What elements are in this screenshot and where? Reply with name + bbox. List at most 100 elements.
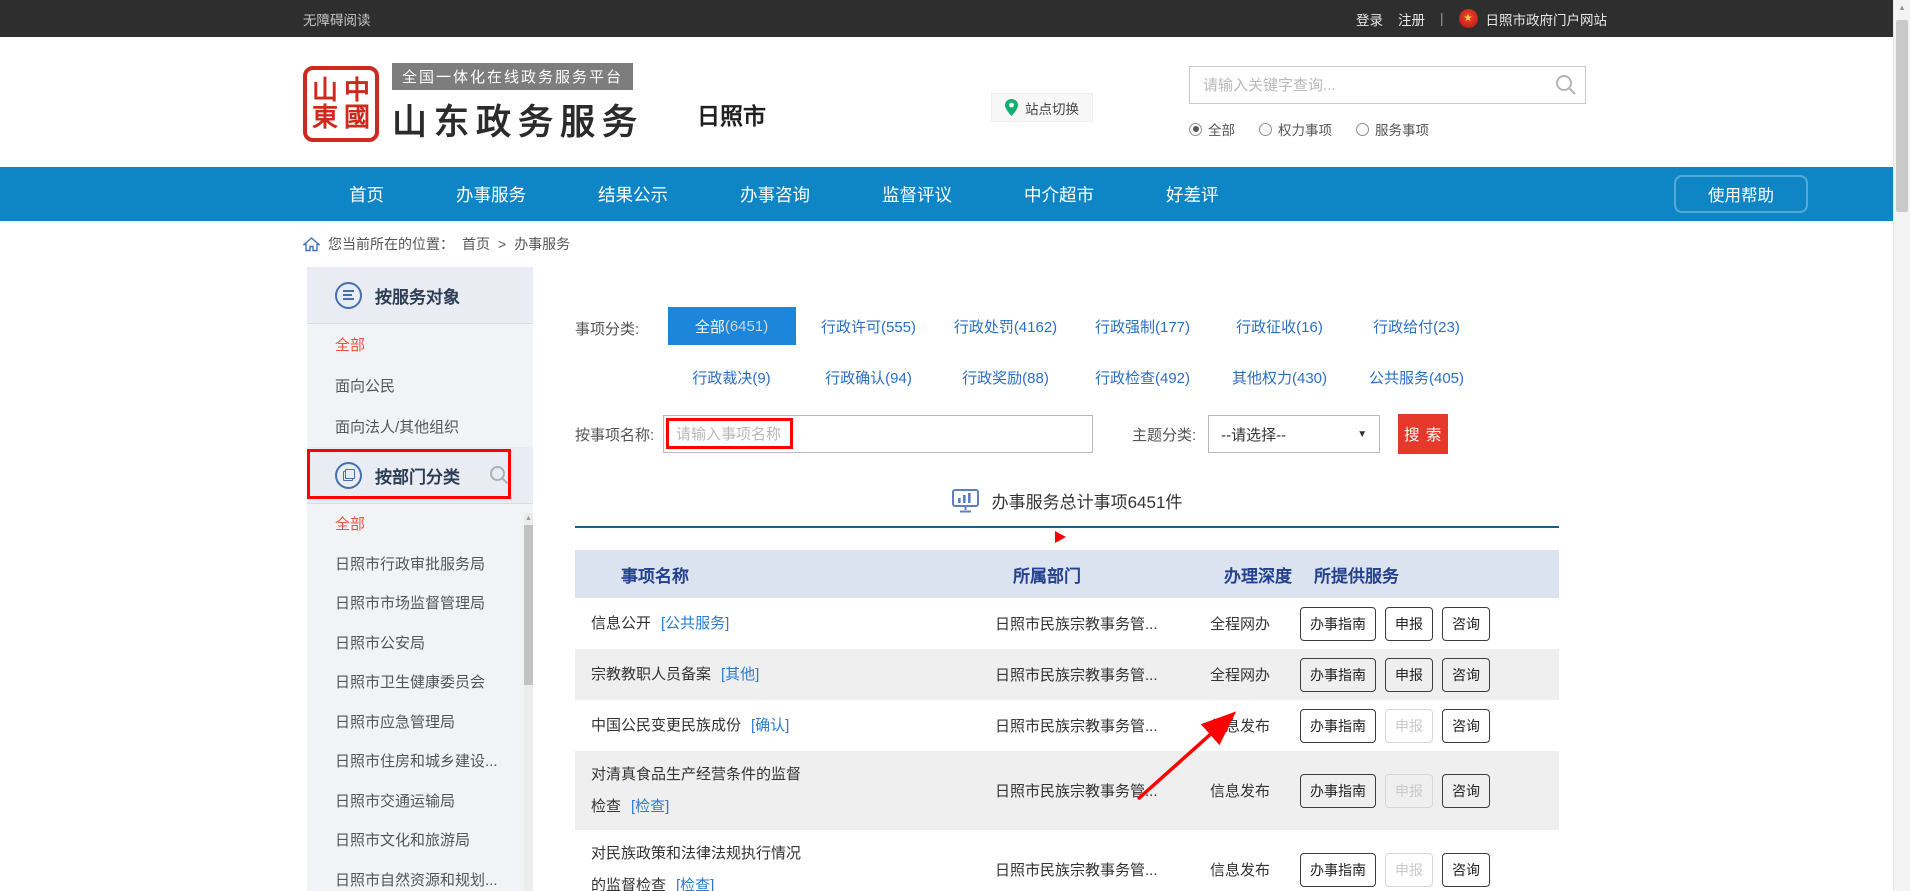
help-button[interactable]: 使用帮助 xyxy=(1674,175,1808,213)
category-link[interactable]: 行政强制(177) xyxy=(1095,316,1190,337)
item-depth: 全程网办 xyxy=(1210,613,1300,634)
brand-title: 山东政务服务 xyxy=(392,94,644,145)
page-scrollbar-thumb[interactable] xyxy=(1896,20,1908,212)
guide-button[interactable]: 办事指南 xyxy=(1300,709,1376,743)
nav-item-home[interactable]: 首页 xyxy=(313,182,420,207)
item-tag-link[interactable]: [公共服务] xyxy=(661,615,729,632)
site-header: 山 東 中 國 全国一体化在线政务服务平台 山东政务服务 日照市 站点切换 xyxy=(0,37,1910,167)
department-item[interactable]: 日照市行政审批服务局 xyxy=(307,544,533,584)
nav-item-supervision[interactable]: 监督评议 xyxy=(846,182,988,207)
department-item[interactable]: 全部 xyxy=(307,504,533,544)
sidebar-scrollbar-thumb[interactable] xyxy=(524,525,533,685)
item-depth: 信息发布 xyxy=(1210,715,1300,736)
item-tag-link[interactable]: [确认] xyxy=(751,717,789,734)
consult-button[interactable]: 咨询 xyxy=(1442,853,1490,887)
category-link[interactable]: 行政征收(16) xyxy=(1236,316,1323,337)
page-scrollbar[interactable]: ▲ xyxy=(1893,0,1910,891)
breadcrumb-prefix: 您当前所在的位置： xyxy=(328,234,454,254)
main-content: 事项分类: 全部 (6451) 行政许可(555) 行政处罚(4162) 行政强… xyxy=(533,267,1607,891)
keyword-search-input[interactable] xyxy=(1189,66,1586,104)
item-tag-link[interactable]: [检查] xyxy=(631,798,669,815)
category-count: (6451) xyxy=(725,318,768,335)
topic-category-select[interactable]: --请选择-- ▼ xyxy=(1208,415,1380,453)
site-logo[interactable]: 山 東 中 國 全国一体化在线政务服务平台 山东政务服务 xyxy=(303,63,644,145)
login-link[interactable]: 登录 xyxy=(1356,9,1383,29)
section-by-service-target[interactable]: 按服务对象 xyxy=(307,267,533,324)
category-link[interactable]: 公共服务(405) xyxy=(1369,367,1464,388)
department-item[interactable]: 日照市应急管理局 xyxy=(307,702,533,742)
consult-button[interactable]: 咨询 xyxy=(1442,658,1490,692)
scope-option-power[interactable]: 权力事项 xyxy=(1259,119,1332,139)
guide-button[interactable]: 办事指南 xyxy=(1300,774,1376,808)
nav-item-services[interactable]: 办事服务 xyxy=(420,182,562,207)
section-by-department[interactable]: 按部门分类 xyxy=(307,447,533,504)
site-switch-button[interactable]: 站点切换 xyxy=(991,93,1093,122)
category-link[interactable]: 行政处罚(4162) xyxy=(954,316,1057,337)
item-department: 日照市民族宗教事务管... xyxy=(995,715,1210,736)
portal-link[interactable]: ★ 日照市政府门户网站 xyxy=(1459,9,1608,29)
register-link[interactable]: 注册 xyxy=(1398,9,1425,29)
department-list: 全部 日照市行政审批服务局 日照市市场监督管理局 日照市公安局 日照市卫生健康委… xyxy=(307,504,533,891)
nav-item-rating[interactable]: 好差评 xyxy=(1130,182,1255,207)
breadcrumb-current[interactable]: 办事服务 xyxy=(514,234,570,254)
scope-option-all[interactable]: 全部 xyxy=(1189,119,1235,139)
national-emblem-icon: ★ xyxy=(1459,9,1478,28)
nav-item-results[interactable]: 结果公示 xyxy=(562,182,704,207)
consult-button[interactable]: 咨询 xyxy=(1442,774,1490,808)
department-item[interactable]: 日照市文化和旅游局 xyxy=(307,820,533,860)
portal-link-label: 日照市政府门户网站 xyxy=(1486,9,1608,29)
breadcrumb: 您当前所在的位置： 首页 > 办事服务 xyxy=(0,221,1910,267)
main-nav: 首页 办事服务 结果公示 办事咨询 监督评议 中介超市 好差评 使用帮助 xyxy=(0,167,1910,221)
service-target-list: 全部 面向公民 面向法人/其他组织 xyxy=(307,324,533,447)
column-header-dept: 所属部门 xyxy=(995,562,1210,587)
category-link[interactable]: 其他权力(430) xyxy=(1232,367,1327,388)
scrollbar-up-arrow-icon[interactable]: ▲ xyxy=(1894,0,1910,16)
service-target-item-all[interactable]: 全部 xyxy=(307,324,533,365)
department-item[interactable]: 日照市住房和城乡建设... xyxy=(307,741,533,781)
apply-button[interactable]: 申报 xyxy=(1385,607,1433,641)
search-submit-button[interactable] xyxy=(1555,74,1577,96)
column-header-name: 事项名称 xyxy=(575,562,995,587)
nav-item-intermediary[interactable]: 中介超市 xyxy=(988,182,1130,207)
category-link[interactable]: 行政奖励(88) xyxy=(962,367,1049,388)
category-link[interactable]: 行政给付(23) xyxy=(1373,316,1460,337)
scrollbar-up-arrow-icon[interactable]: ▲ xyxy=(524,513,533,525)
guide-button[interactable]: 办事指南 xyxy=(1300,607,1376,641)
category-link[interactable]: 行政裁决(9) xyxy=(692,367,770,388)
item-search-button[interactable]: 搜 索 xyxy=(1398,414,1448,454)
category-link[interactable]: 行政许可(555) xyxy=(821,316,916,337)
seal-char: 國 xyxy=(344,104,370,131)
table-row: 对民族政策和法律法规执行情况 的监督检查[检查] 日照市民族宗教事务管... 信… xyxy=(575,830,1559,891)
item-tag-link[interactable]: [其他] xyxy=(721,666,759,683)
topbar-divider: | xyxy=(1440,11,1444,26)
category-link[interactable]: 行政确认(94) xyxy=(825,367,912,388)
department-item[interactable]: 日照市卫生健康委员会 xyxy=(307,662,533,702)
accessibility-link[interactable]: 无障碍阅读 xyxy=(303,9,371,29)
item-name-input[interactable] xyxy=(663,415,1093,453)
department-item[interactable]: 日照市自然资源和规划... xyxy=(307,860,533,891)
nav-item-consult[interactable]: 办事咨询 xyxy=(704,182,846,207)
department-item[interactable]: 日照市公安局 xyxy=(307,623,533,663)
department-item[interactable]: 日照市交通运输局 xyxy=(307,781,533,821)
platform-tagline: 全国一体化在线政务服务平台 xyxy=(392,63,633,90)
service-target-item-legal[interactable]: 面向法人/其他组织 xyxy=(307,406,533,447)
section-title: 按服务对象 xyxy=(375,283,460,308)
item-department: 日照市民族宗教事务管... xyxy=(995,859,1210,880)
department-search-icon[interactable] xyxy=(489,465,509,485)
category-link[interactable]: 行政检查(492) xyxy=(1095,367,1190,388)
scope-label: 权力事项 xyxy=(1278,119,1332,139)
department-item[interactable]: 日照市市场监督管理局 xyxy=(307,583,533,623)
department-icon xyxy=(335,462,362,489)
service-target-item-citizen[interactable]: 面向公民 xyxy=(307,365,533,406)
apply-button-disabled: 申报 xyxy=(1385,709,1433,743)
sidebar-scrollbar[interactable]: ▲ xyxy=(524,513,533,891)
breadcrumb-home-link[interactable]: 首页 xyxy=(462,234,490,254)
consult-button[interactable]: 咨询 xyxy=(1442,709,1490,743)
scope-option-service[interactable]: 服务事项 xyxy=(1356,119,1429,139)
item-tag-link[interactable]: [检查] xyxy=(676,877,714,891)
consult-button[interactable]: 咨询 xyxy=(1442,607,1490,641)
category-all-button-selected[interactable]: 全部 (6451) xyxy=(668,307,796,345)
guide-button[interactable]: 办事指南 xyxy=(1300,658,1376,692)
apply-button[interactable]: 申报 xyxy=(1385,658,1433,692)
guide-button[interactable]: 办事指南 xyxy=(1300,853,1376,887)
